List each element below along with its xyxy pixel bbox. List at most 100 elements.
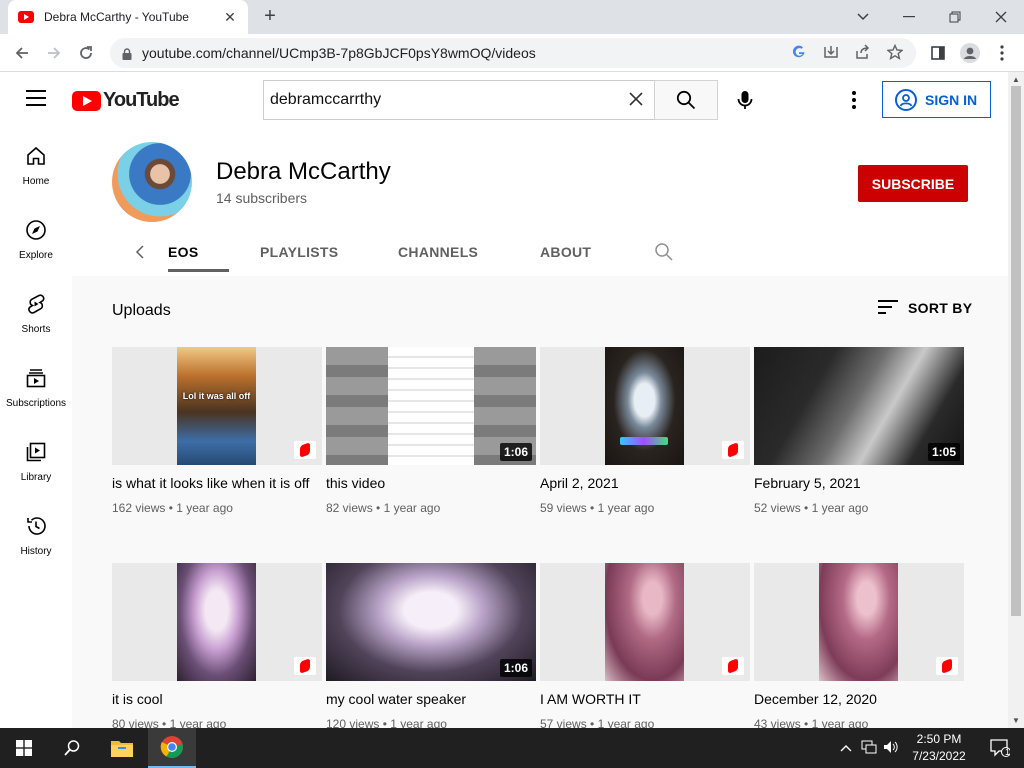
- subscribe-button[interactable]: SUBSCRIBE: [858, 165, 968, 202]
- scroll-down-arrow-icon[interactable]: ▼: [1012, 716, 1020, 725]
- video-title[interactable]: is what it looks like when it is off: [112, 473, 322, 493]
- video-thumbnail[interactable]: [540, 347, 750, 465]
- rail-item-subscriptions[interactable]: Subscriptions: [0, 352, 72, 426]
- windows-start-icon[interactable]: [0, 728, 48, 768]
- scroll-up-arrow-icon[interactable]: ▲: [1012, 75, 1020, 84]
- channel-name: Debra McCarthy: [216, 158, 391, 185]
- rail-item-label: Shorts: [21, 324, 51, 335]
- taskbar-search-icon[interactable]: [48, 728, 96, 768]
- view-count: 82 views: [326, 501, 373, 515]
- window-close-icon[interactable]: [978, 0, 1024, 34]
- video-card[interactable]: April 2, 2021 59 views • 1 year ago: [540, 347, 750, 515]
- video-thumbnail[interactable]: [540, 563, 750, 681]
- video-card[interactable]: it is cool 80 views • 1 year ago: [112, 563, 322, 731]
- video-meta: 52 views • 1 year ago: [754, 501, 869, 515]
- notifications-icon[interactable]: 1: [976, 728, 1024, 768]
- rail-item-explore[interactable]: Explore: [0, 204, 72, 278]
- view-count: 52 views: [754, 501, 801, 515]
- forward-icon[interactable]: [42, 41, 66, 65]
- tab-close-icon[interactable]: ✕: [222, 9, 238, 26]
- active-tab-indicator: [168, 269, 229, 272]
- rail-item-library[interactable]: Library: [0, 426, 72, 500]
- restore-icon[interactable]: [932, 0, 978, 34]
- rail-item-label: Library: [20, 472, 52, 483]
- tab-about[interactable]: ABOUT: [540, 228, 591, 276]
- subscriptions-icon: [24, 366, 48, 390]
- tray-expand-icon[interactable]: [838, 741, 854, 755]
- reload-icon[interactable]: [74, 41, 98, 65]
- tab-title: Debra McCarthy - YouTube: [44, 10, 189, 24]
- minimize-icon[interactable]: [886, 0, 932, 34]
- video-thumbnail[interactable]: Lol it was all off: [112, 347, 322, 465]
- network-icon[interactable]: [858, 740, 880, 757]
- video-title[interactable]: February 5, 2021: [754, 473, 964, 493]
- subscriber-count: 14 subscribers: [216, 190, 308, 206]
- rail-item-home[interactable]: Home: [0, 130, 72, 204]
- video-card[interactable]: 1:06 my cool water speaker 120 views • 1…: [326, 563, 536, 731]
- file-explorer-icon[interactable]: [98, 728, 146, 768]
- upload-age: 1 year ago: [811, 501, 869, 515]
- share-icon[interactable]: [854, 43, 872, 61]
- side-panel-icon[interactable]: [926, 41, 950, 65]
- url-text: youtube.com/channel/UCmp3B-7p8GbJCF0psY8…: [142, 45, 536, 61]
- profile-icon[interactable]: [958, 41, 982, 65]
- video-title[interactable]: my cool water speaker: [326, 689, 536, 709]
- search-button[interactable]: [654, 80, 718, 120]
- channel-search-icon[interactable]: [654, 242, 674, 262]
- video-meta: 82 views • 1 year ago: [326, 501, 441, 515]
- video-thumbnail[interactable]: 1:06: [326, 347, 536, 465]
- video-card[interactable]: Lol it was all off is what it looks like…: [112, 347, 322, 515]
- thumbnail-glow: [620, 437, 668, 445]
- video-title[interactable]: April 2, 2021: [540, 473, 750, 493]
- back-icon[interactable]: [10, 41, 34, 65]
- video-title[interactable]: this video: [326, 473, 536, 493]
- browser-tab[interactable]: Debra McCarthy - YouTube ✕: [8, 0, 248, 34]
- settings-menu-icon[interactable]: [846, 88, 862, 112]
- video-thumbnail[interactable]: 1:06: [326, 563, 536, 681]
- video-card[interactable]: 1:06 this video 82 views • 1 year ago: [326, 347, 536, 515]
- microphone-icon[interactable]: [733, 88, 757, 112]
- video-title[interactable]: December 12, 2020: [754, 689, 964, 709]
- video-thumbnail[interactable]: [754, 563, 964, 681]
- scrollbar-thumb[interactable]: [1011, 86, 1021, 616]
- video-thumbnail[interactable]: [112, 563, 322, 681]
- video-title[interactable]: I AM WORTH IT: [540, 689, 750, 709]
- tab-label: EOS: [168, 244, 199, 260]
- channel-header: Debra McCarthy 14 subscribers SUBSCRIBE …: [72, 128, 1008, 276]
- rail-item-shorts[interactable]: Shorts: [0, 278, 72, 352]
- video-card[interactable]: December 12, 2020 43 views • 1 year ago: [754, 563, 964, 731]
- tab-channels[interactable]: CHANNELS: [398, 228, 478, 276]
- video-thumbnail[interactable]: 1:05: [754, 347, 964, 465]
- rail-item-history[interactable]: History: [0, 500, 72, 574]
- search-input[interactable]: debramccarrthy: [263, 80, 655, 120]
- youtube-logo[interactable]: YouTube: [72, 89, 180, 112]
- sign-in-button[interactable]: SIGN IN: [882, 81, 991, 118]
- tab-playlists[interactable]: PLAYLISTS: [260, 228, 338, 276]
- thumbnail-overlay-text: Lol it was all off: [182, 391, 251, 401]
- chevron-left-icon[interactable]: [130, 242, 150, 262]
- new-tab-button[interactable]: +: [258, 6, 282, 28]
- sort-icon: [878, 300, 898, 316]
- hamburger-menu-icon[interactable]: [26, 90, 46, 106]
- video-card[interactable]: I AM WORTH IT 57 views • 1 year ago: [540, 563, 750, 731]
- tab-search-chevron-icon[interactable]: [840, 0, 886, 34]
- video-title[interactable]: it is cool: [112, 689, 322, 709]
- sort-by-button[interactable]: SORT BY: [878, 300, 972, 316]
- volume-icon[interactable]: [880, 740, 902, 757]
- browser-menu-icon[interactable]: [990, 41, 1014, 65]
- channel-avatar[interactable]: [112, 142, 192, 222]
- chrome-taskbar-icon[interactable]: [148, 728, 196, 768]
- page-scrollbar[interactable]: ▲ ▼: [1008, 72, 1024, 728]
- install-app-icon[interactable]: [822, 43, 840, 61]
- video-card[interactable]: 1:05 February 5, 2021 52 views • 1 year …: [754, 347, 964, 515]
- history-icon: [24, 514, 48, 538]
- clear-search-icon[interactable]: [618, 90, 654, 111]
- clock-date: 7/23/2022: [912, 749, 966, 763]
- google-icon[interactable]: [790, 43, 808, 61]
- taskbar-clock[interactable]: 2:50 PM 7/23/2022: [904, 731, 974, 765]
- address-bar[interactable]: youtube.com/channel/UCmp3B-7p8GbJCF0psY8…: [110, 38, 916, 68]
- shorts-badge-icon: [722, 441, 744, 459]
- bookmark-star-icon[interactable]: [886, 43, 904, 61]
- lock-icon[interactable]: [122, 47, 132, 60]
- youtube-logo-icon: [72, 90, 101, 111]
